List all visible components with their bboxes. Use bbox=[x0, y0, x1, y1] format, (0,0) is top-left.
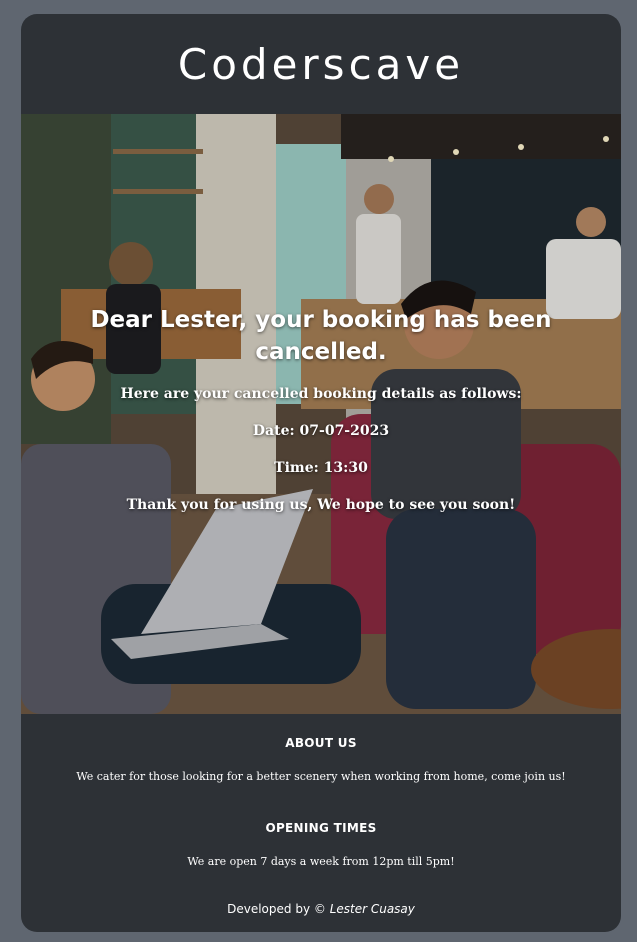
footer: ABOUT US We cater for those looking for … bbox=[21, 714, 621, 916]
hero-section: Dear Lester, your booking has been cance… bbox=[21, 114, 621, 714]
closing-message: Thank you for using us, We hope to see y… bbox=[126, 497, 516, 513]
opening-times-heading: OPENING TIMES bbox=[265, 821, 377, 835]
header: Coderscave bbox=[21, 14, 621, 114]
credit-prefix: Developed by © bbox=[227, 902, 326, 916]
about-text: We cater for those looking for a better … bbox=[76, 770, 566, 783]
booking-date: Date: 07-07-2023 bbox=[252, 423, 390, 439]
booking-time: Time: 13:30 bbox=[274, 460, 368, 476]
credit-author: Lester Cuasay bbox=[329, 902, 415, 916]
details-intro: Here are your cancelled booking details … bbox=[120, 386, 522, 402]
brand-title: Coderscave bbox=[177, 39, 465, 89]
developer-credit: Developed by © Lester Cuasay bbox=[21, 902, 621, 916]
opening-times-text: We are open 7 days a week from 12pm till… bbox=[187, 855, 455, 868]
cancellation-heading: Dear Lester, your booking has been cance… bbox=[90, 307, 552, 365]
about-heading: ABOUT US bbox=[285, 736, 357, 750]
email-card: Coderscave Dear Lester, your booking has… bbox=[21, 14, 621, 932]
booking-message: Dear Lester, your booking has been cance… bbox=[61, 304, 581, 534]
